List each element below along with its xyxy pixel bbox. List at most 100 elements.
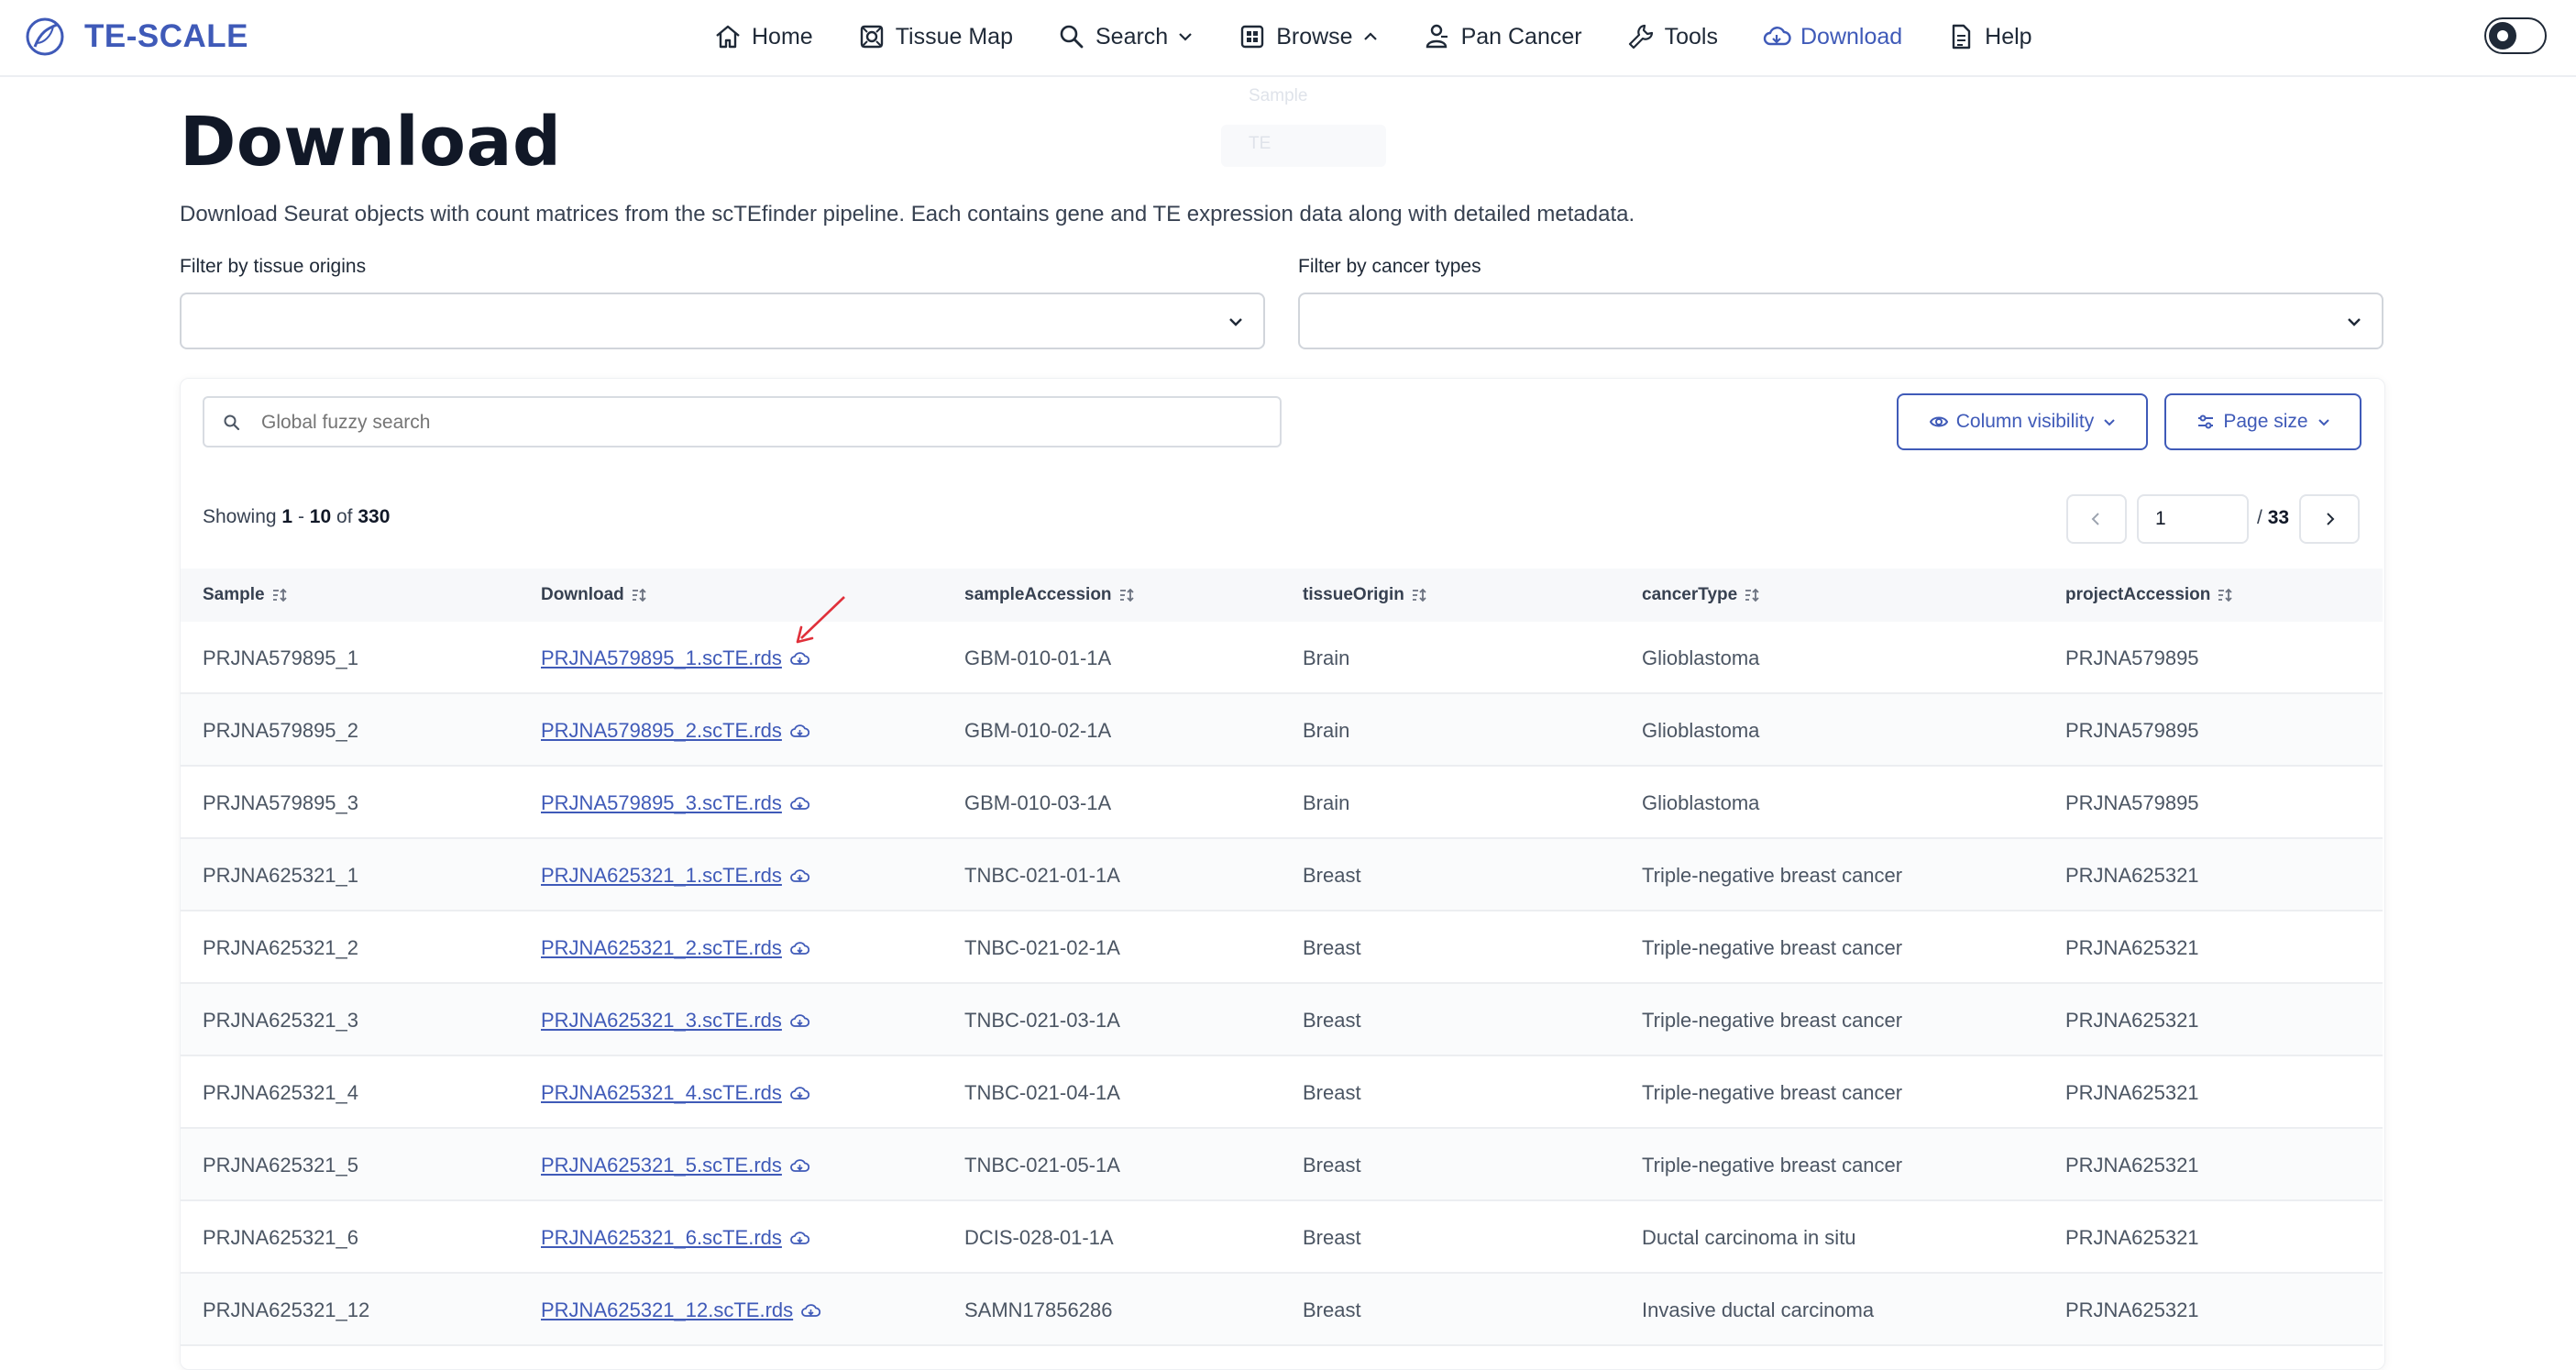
cloud-download-icon[interactable] bbox=[789, 1011, 809, 1031]
browse-menu-item-te[interactable]: TE bbox=[1249, 134, 1271, 154]
cell-sample-accession: TNBC-021-01-1A bbox=[964, 864, 1120, 888]
column-header-sample-accession[interactable]: sampleAccession bbox=[964, 585, 1136, 605]
cloud-download-icon[interactable] bbox=[789, 1155, 809, 1176]
cell-sample: PRJNA625321_4 bbox=[203, 1081, 358, 1105]
cell-download-link[interactable]: PRJNA625321_2.scTE.rds bbox=[541, 936, 809, 960]
column-header-tissue-origin[interactable]: tissueOrigin bbox=[1303, 585, 1428, 605]
cloud-download-icon[interactable] bbox=[800, 1300, 821, 1320]
nav-tools-label: Tools bbox=[1664, 23, 1718, 50]
cell-tissue-origin-text: Breast bbox=[1303, 936, 1361, 959]
cell-download-link-text: PRJNA625321_2.scTE.rds bbox=[541, 936, 782, 959]
prev-page-button[interactable] bbox=[2066, 494, 2127, 544]
cloud-download-icon[interactable] bbox=[789, 648, 809, 668]
cloud-download-icon[interactable] bbox=[789, 1083, 809, 1103]
cell-download-link[interactable]: PRJNA625321_6.scTE.rds bbox=[541, 1226, 809, 1250]
brand[interactable]: TE-SCALE bbox=[24, 13, 248, 61]
cell-download-link[interactable]: PRJNA579895_1.scTE.rds bbox=[541, 646, 809, 670]
cancer-filter-select[interactable] bbox=[1298, 293, 2383, 349]
wrench-icon bbox=[1628, 24, 1653, 50]
cell-cancer-type-text: Triple-negative breast cancer bbox=[1642, 864, 1903, 887]
nav-tools[interactable]: Tools bbox=[1626, 22, 1718, 51]
sort-icon[interactable] bbox=[1117, 586, 1136, 604]
nav-download[interactable]: Download bbox=[1762, 22, 1902, 51]
cell-cancer-type: Triple-negative breast cancer bbox=[1642, 864, 1902, 888]
column-header-sample[interactable]: Sample bbox=[203, 585, 289, 605]
cell-sample-accession-text: GBM-010-02-1A bbox=[964, 719, 1112, 742]
cell-download-link[interactable]: PRJNA625321_1.scTE.rds bbox=[541, 864, 809, 888]
sort-icon[interactable] bbox=[1410, 586, 1428, 604]
cell-download-link[interactable]: PRJNA579895_3.scTE.rds bbox=[541, 791, 809, 815]
cell-sample: PRJNA625321_1 bbox=[203, 864, 358, 888]
column-header-download[interactable]: Download bbox=[541, 585, 648, 605]
cell-cancer-type-text: Triple-negative breast cancer bbox=[1642, 1154, 1903, 1177]
cell-sample-accession: SAMN17856286 bbox=[964, 1298, 1112, 1322]
cell-download-link-text: PRJNA579895_3.scTE.rds bbox=[541, 791, 782, 814]
sort-icon[interactable] bbox=[270, 586, 289, 604]
nav-home[interactable]: Home bbox=[713, 22, 813, 51]
table-row: PRJNA625321_12 PRJNA625321_12.scTE.rds SAM… bbox=[181, 1274, 2383, 1346]
browse-menu-item-sample[interactable]: Sample bbox=[1249, 86, 1307, 106]
nav-tissue-map[interactable]: Tissue Map bbox=[857, 22, 1013, 51]
cloud-download-icon[interactable] bbox=[789, 1228, 809, 1248]
cell-tissue-origin: Breast bbox=[1303, 1081, 1361, 1105]
cloud-download-icon[interactable] bbox=[789, 938, 809, 958]
cell-sample-text: PRJNA579895_2 bbox=[203, 719, 359, 742]
cell-download-link[interactable]: PRJNA625321_4.scTE.rds bbox=[541, 1081, 809, 1105]
cell-project-accession: PRJNA579895 bbox=[2065, 719, 2199, 743]
cell-sample-text: PRJNA625321_1 bbox=[203, 864, 359, 887]
cell-tissue-origin: Breast bbox=[1303, 936, 1361, 960]
nav-download-label: Download bbox=[1800, 23, 1903, 50]
cell-tissue-origin: Brain bbox=[1303, 791, 1349, 815]
page-size-button[interactable]: Page size bbox=[2164, 393, 2361, 450]
cell-sample-text: PRJNA579895_3 bbox=[203, 791, 359, 814]
eye-icon bbox=[1929, 416, 1948, 427]
theme-toggle[interactable] bbox=[2484, 17, 2547, 54]
page-size-label: Page size bbox=[2223, 411, 2308, 432]
cell-cancer-type-text: Glioblastoma bbox=[1642, 719, 1760, 742]
cell-cancer-type-text: Invasive ductal carcinoma bbox=[1642, 1298, 1875, 1321]
cell-cancer-type: Triple-negative breast cancer bbox=[1642, 936, 1902, 960]
nav-search[interactable]: Search bbox=[1057, 22, 1194, 51]
page-number-input[interactable] bbox=[2137, 494, 2249, 544]
cell-cancer-type-text: Glioblastoma bbox=[1642, 646, 1760, 669]
page-title: Download bbox=[180, 103, 562, 182]
cell-cancer-type-text: Ductal carcinoma in situ bbox=[1642, 1226, 1856, 1249]
nav-browse[interactable]: Browse bbox=[1238, 22, 1378, 51]
cell-cancer-type: Triple-negative breast cancer bbox=[1642, 1154, 1902, 1177]
cell-tissue-origin-text: Breast bbox=[1303, 1009, 1361, 1032]
cell-sample-accession: GBM-010-01-1A bbox=[964, 646, 1111, 670]
cell-download-link-text: PRJNA625321_12.scTE.rds bbox=[541, 1298, 794, 1321]
cell-download-link[interactable]: PRJNA579895_2.scTE.rds bbox=[541, 719, 809, 743]
column-header-project-accession[interactable]: projectAccession bbox=[2065, 585, 2234, 605]
cell-sample-accession-text: GBM-010-01-1A bbox=[964, 646, 1112, 669]
top-navbar: TE-SCALE Home Tissue Map Search Browse P… bbox=[0, 0, 2576, 77]
column-header-label: Sample bbox=[203, 585, 265, 604]
sort-icon[interactable] bbox=[2216, 586, 2234, 604]
cell-download-link[interactable]: PRJNA625321_3.scTE.rds bbox=[541, 1009, 809, 1033]
tissue-filter-select[interactable] bbox=[180, 293, 1265, 349]
tissue-filter-label: Filter by tissue origins bbox=[180, 256, 367, 277]
cell-download-link[interactable]: PRJNA625321_5.scTE.rds bbox=[541, 1154, 809, 1177]
nav-pan-cancer[interactable]: Pan Cancer bbox=[1423, 22, 1582, 51]
chevron-down-icon bbox=[1179, 33, 1192, 41]
sort-icon[interactable] bbox=[1743, 586, 1761, 604]
cell-download-link[interactable]: PRJNA625321_12.scTE.rds bbox=[541, 1298, 821, 1322]
home-icon bbox=[716, 25, 740, 49]
cloud-download-icon[interactable] bbox=[789, 793, 809, 813]
showing-dash: - bbox=[297, 506, 304, 527]
table-row: PRJNA625321_3 PRJNA625321_3.scTE.rds TNBC-… bbox=[181, 984, 2383, 1056]
cell-sample-accession-text: TNBC-021-03-1A bbox=[964, 1009, 1120, 1032]
document-icon bbox=[1952, 24, 1971, 50]
column-visibility-button[interactable]: Column visibility bbox=[1897, 393, 2148, 450]
sort-icon[interactable] bbox=[630, 586, 648, 604]
column-header-cancer-type[interactable]: cancerType bbox=[1642, 585, 1761, 605]
cloud-download-icon[interactable] bbox=[789, 721, 809, 741]
next-page-button[interactable] bbox=[2299, 494, 2360, 544]
global-search[interactable] bbox=[203, 396, 1282, 447]
cell-sample: PRJNA625321_2 bbox=[203, 936, 358, 960]
nav-help[interactable]: Help bbox=[1946, 22, 2032, 51]
cell-sample-accession: GBM-010-03-1A bbox=[964, 791, 1111, 815]
search-input[interactable] bbox=[259, 405, 1253, 440]
cloud-download-icon[interactable] bbox=[789, 866, 809, 886]
grid-icon bbox=[1241, 25, 1264, 49]
